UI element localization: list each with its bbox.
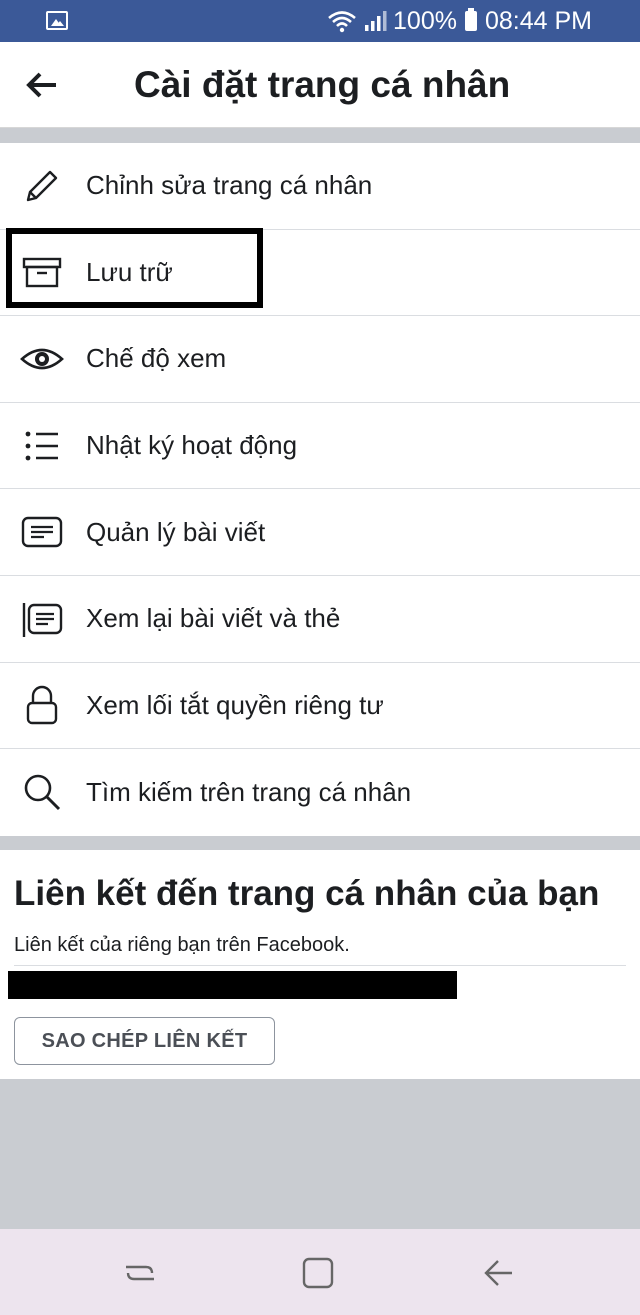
menu-item-label: Lưu trữ xyxy=(86,256,173,287)
pencil-icon xyxy=(26,170,58,201)
copy-link-button[interactable]: SAO CHÉP LIÊN KẾT xyxy=(14,1017,275,1065)
search-icon xyxy=(24,775,61,811)
section-title: Liên kết đến trang cá nhân của bạn xyxy=(14,874,600,913)
wifi-icon xyxy=(328,11,356,33)
navigation-bar xyxy=(0,1229,640,1315)
back-button[interactable] xyxy=(18,62,64,108)
posts-icon xyxy=(21,516,63,548)
signal-icon xyxy=(365,11,387,31)
section-description: Liên kết của riêng bạn trên Facebook. xyxy=(14,934,350,956)
menu-item-edit-profile[interactable]: Chỉnh sửa trang cá nhân xyxy=(0,143,640,230)
divider xyxy=(14,965,626,966)
archive-icon xyxy=(22,258,62,288)
menu-item-label: Xem lại bài viết và thẻ xyxy=(86,603,341,634)
home-button[interactable] xyxy=(298,1253,338,1293)
list-icon xyxy=(25,431,58,460)
menu-item-label: Xem lối tắt quyền riêng tư xyxy=(86,689,384,720)
lock-icon xyxy=(26,686,58,725)
menu-item-view-as[interactable]: Chế độ xem xyxy=(0,316,640,403)
menu-item-review-posts[interactable]: Xem lại bài viết và thẻ xyxy=(0,576,640,663)
menu-item-label: Chế độ xem xyxy=(86,343,227,374)
clock: 08:44 PM xyxy=(484,6,592,35)
battery-icon xyxy=(464,8,477,31)
status-indicators: 100% 08:44 PM xyxy=(327,0,592,42)
home-icon xyxy=(302,1257,334,1289)
profile-link-section: Liên kết đến trang cá nhân của bạn Liên … xyxy=(0,850,640,1079)
battery-percent: 100% xyxy=(393,6,457,35)
redacted-profile-link xyxy=(8,971,457,999)
menu-item-activity-log[interactable]: Nhật ký hoạt động xyxy=(0,403,640,490)
status-bar: 100% 08:44 PM xyxy=(0,0,640,42)
menu-item-manage-posts[interactable]: Quản lý bài viết xyxy=(0,489,640,576)
app-header: Cài đặt trang cá nhân xyxy=(0,42,640,128)
menu-item-archive[interactable]: Lưu trữ xyxy=(0,230,640,317)
profile-settings-menu: Chỉnh sửa trang cá nhân Lưu trữ Chế độ x… xyxy=(0,143,640,836)
recents-button[interactable] xyxy=(120,1253,160,1293)
review-icon xyxy=(22,602,63,637)
menu-item-label: Tìm kiếm trên trang cá nhân xyxy=(86,776,412,807)
menu-item-search-profile[interactable]: Tìm kiếm trên trang cá nhân xyxy=(0,749,640,836)
menu-item-label: Chỉnh sửa trang cá nhân xyxy=(86,170,373,201)
recents-icon xyxy=(126,1265,154,1281)
nav-back-button[interactable] xyxy=(478,1253,518,1293)
back-arrow-icon xyxy=(26,72,56,98)
menu-item-label: Quản lý bài viết xyxy=(86,516,266,547)
page-title: Cài đặt trang cá nhân xyxy=(134,64,511,105)
eye-icon xyxy=(20,348,64,370)
menu-item-privacy-shortcuts[interactable]: Xem lối tắt quyền riêng tư xyxy=(0,663,640,750)
gallery-icon xyxy=(46,11,68,30)
menu-item-label: Nhật ký hoạt động xyxy=(86,430,298,461)
back-icon xyxy=(484,1260,512,1286)
